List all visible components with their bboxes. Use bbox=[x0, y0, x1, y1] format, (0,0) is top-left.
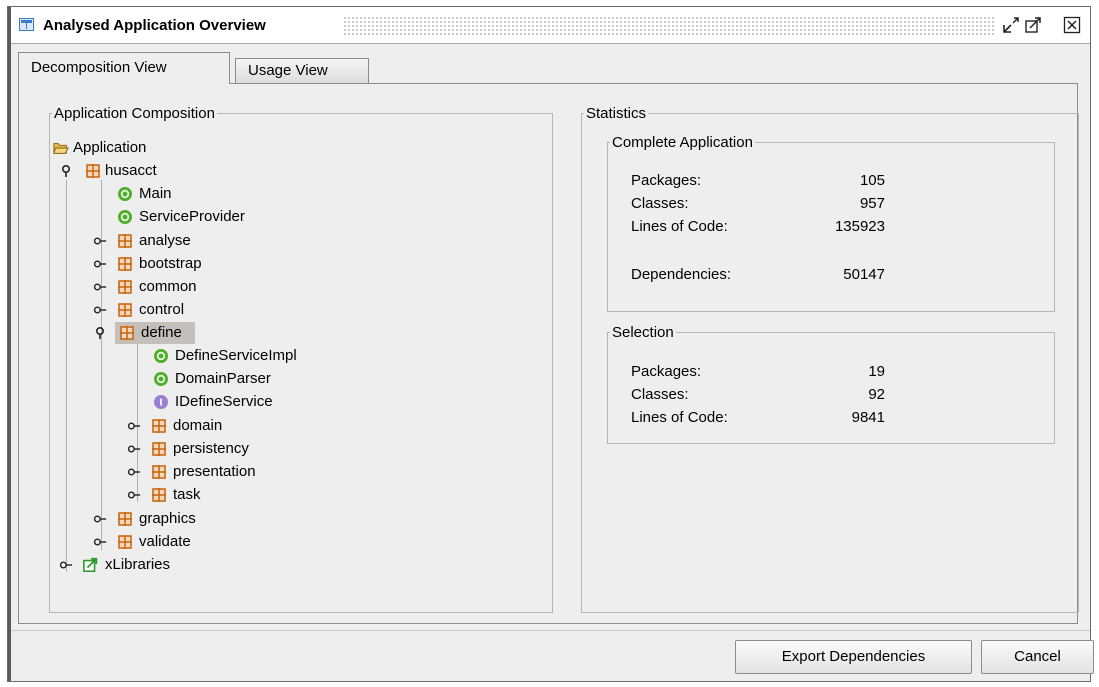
stat-label: Lines of Code: bbox=[631, 218, 728, 235]
minimize-icon[interactable] bbox=[1002, 16, 1020, 34]
stat-value: 957 bbox=[859, 195, 885, 212]
tree-node-label: domain bbox=[173, 417, 223, 434]
package-icon bbox=[118, 303, 132, 317]
package-icon bbox=[152, 419, 166, 433]
stat-value: 105 bbox=[859, 172, 885, 189]
collapsed-handle-icon[interactable] bbox=[127, 488, 141, 502]
title-bar[interactable]: Analysed Application Overview bbox=[11, 7, 1090, 44]
decomposition-panel: Application Composition Statistics Compl… bbox=[18, 83, 1079, 624]
collapsed-handle-icon[interactable] bbox=[127, 465, 141, 479]
window-title: Analysed Application Overview bbox=[43, 17, 266, 34]
tree-node-label: define bbox=[141, 324, 182, 341]
collapsed-handle-icon[interactable] bbox=[93, 512, 107, 526]
close-icon[interactable] bbox=[1063, 16, 1081, 34]
class-icon bbox=[118, 187, 132, 201]
collapsed-handle-icon[interactable] bbox=[93, 535, 107, 549]
title-bar-texture bbox=[343, 16, 996, 35]
package-icon bbox=[120, 326, 134, 340]
tree-node-label: IDefineService bbox=[175, 393, 273, 410]
tree-node-label: husacct bbox=[105, 162, 157, 179]
export-dependencies-button[interactable]: Export Dependencies bbox=[735, 640, 972, 674]
tree-node-label: validate bbox=[139, 533, 191, 550]
application-composition-legend: Application Composition bbox=[54, 105, 215, 122]
maximize-icon[interactable] bbox=[1024, 16, 1042, 34]
cancel-button[interactable]: Cancel bbox=[981, 640, 1094, 674]
tree-node-label: analyse bbox=[139, 232, 191, 249]
stat-value: 92 bbox=[868, 386, 885, 403]
tree-node-label: DefineServiceImpl bbox=[175, 347, 297, 364]
collapsed-handle-icon[interactable] bbox=[127, 419, 141, 433]
stat-label: Classes: bbox=[631, 195, 689, 212]
collapsed-handle-icon[interactable] bbox=[127, 442, 141, 456]
package-icon bbox=[118, 535, 132, 549]
class-icon bbox=[118, 210, 132, 224]
tree-node-label: xLibraries bbox=[105, 556, 171, 573]
stat-label: Packages: bbox=[631, 363, 702, 380]
tab-usage-view[interactable]: Usage View bbox=[235, 58, 369, 84]
stat-label: Packages: bbox=[631, 172, 702, 189]
package-icon bbox=[118, 512, 132, 526]
stat-value: 19 bbox=[868, 363, 885, 380]
stat-value: 135923 bbox=[834, 218, 885, 235]
stat-value: 50147 bbox=[843, 266, 885, 283]
folder-open-icon bbox=[53, 143, 69, 154]
stat-value: 9841 bbox=[851, 409, 885, 426]
package-icon bbox=[152, 465, 166, 479]
interface-icon bbox=[154, 395, 168, 409]
tree-node-label: DomainParser bbox=[175, 370, 271, 387]
stat-label: Classes: bbox=[631, 386, 689, 403]
class-icon bbox=[154, 349, 168, 363]
window-frame: Analysed Application Overview Decomposit… bbox=[7, 6, 1094, 682]
collapsed-handle-icon[interactable] bbox=[59, 558, 73, 572]
tab-decomposition-view[interactable]: Decomposition View bbox=[18, 52, 230, 84]
stat-label: Dependencies: bbox=[631, 266, 732, 283]
package-icon bbox=[118, 234, 132, 248]
tree-node-label: control bbox=[139, 301, 185, 318]
complete-application-legend: Complete Application bbox=[612, 134, 753, 151]
tree-node-label: persistency bbox=[173, 440, 249, 457]
package-icon bbox=[152, 442, 166, 456]
tree-node-label: common bbox=[139, 278, 197, 295]
collapsed-handle-icon[interactable] bbox=[93, 280, 107, 294]
package-icon bbox=[118, 280, 132, 294]
library-icon bbox=[83, 557, 98, 573]
package-icon bbox=[152, 488, 166, 502]
tree-node-label: Main bbox=[139, 185, 172, 202]
collapsed-handle-icon[interactable] bbox=[93, 234, 107, 248]
tree-node-label: ServiceProvider bbox=[139, 208, 245, 225]
collapsed-handle-icon[interactable] bbox=[93, 303, 107, 317]
tree-node-label: task bbox=[173, 486, 201, 503]
tree-connector bbox=[66, 180, 67, 572]
selection-legend: Selection bbox=[612, 324, 674, 341]
package-icon bbox=[118, 257, 132, 271]
stat-label: Lines of Code: bbox=[631, 409, 728, 426]
collapsed-handle-icon[interactable] bbox=[93, 257, 107, 271]
tree-node-label: graphics bbox=[139, 510, 196, 527]
tab-strip: Decomposition View Usage View bbox=[18, 52, 1078, 84]
footer-separator bbox=[11, 630, 1090, 631]
statistics-legend: Statistics bbox=[586, 105, 647, 122]
tab-label: Decomposition View bbox=[31, 59, 167, 76]
window-icon bbox=[19, 18, 34, 31]
tree-node-label: presentation bbox=[173, 463, 256, 480]
class-icon bbox=[154, 372, 168, 386]
expanded-handle-icon[interactable] bbox=[59, 164, 73, 178]
tree-node-label: bootstrap bbox=[139, 255, 202, 272]
expanded-handle-icon[interactable] bbox=[93, 326, 107, 340]
selection-group: Selection bbox=[607, 324, 1055, 444]
tree-node-label: Application bbox=[73, 139, 147, 156]
tab-label: Usage View bbox=[248, 62, 328, 79]
package-icon bbox=[86, 164, 100, 178]
